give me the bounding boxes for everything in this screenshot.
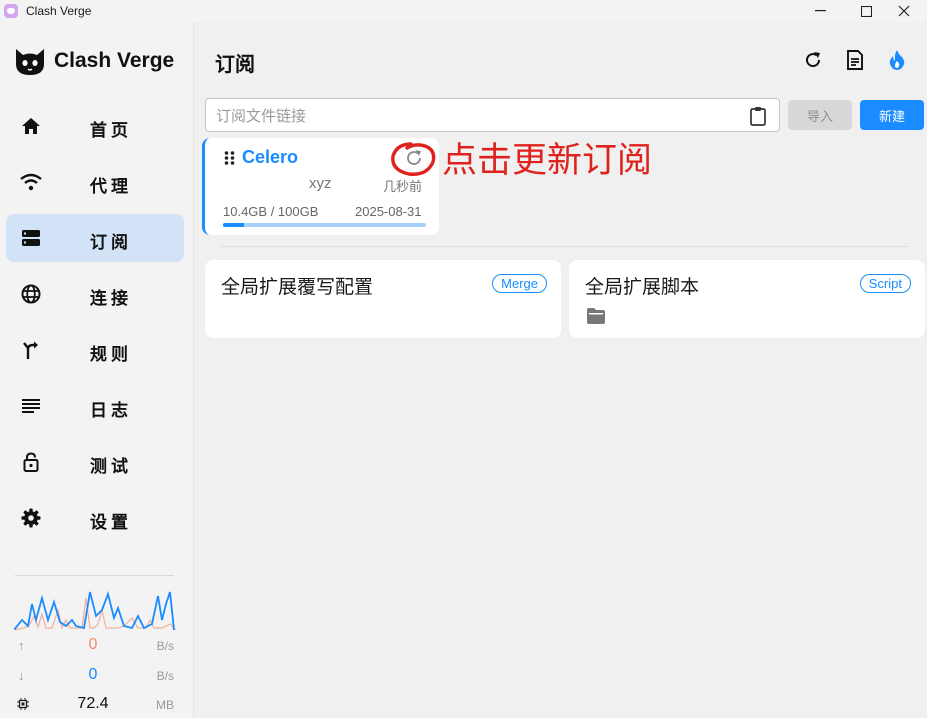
refresh-icon — [806, 52, 821, 68]
sidebar-item-label: 订阅 — [90, 233, 132, 252]
drag-handle-icon[interactable] — [224, 151, 235, 165]
home-icon — [20, 115, 42, 137]
profile-usage: 10.4GB / 100GB — [223, 204, 319, 219]
download-unit: B/s — [156, 669, 174, 683]
profile-name: Celero — [242, 147, 299, 167]
sidebar-item-label: 日志 — [90, 401, 132, 420]
document-icon — [847, 50, 863, 70]
sidebar-item-settings[interactable]: 设置 — [6, 494, 184, 542]
traffic-divider — [15, 575, 174, 576]
sidebar-item-proxies[interactable]: 代理 — [6, 158, 184, 206]
folder-icon[interactable] — [587, 308, 605, 324]
profile-expire-date: 2025-08-31 — [355, 204, 422, 219]
memory-unit: MB — [156, 698, 174, 712]
app-cat-icon — [4, 4, 18, 18]
sidebar-item-connections[interactable]: 连接 — [6, 270, 184, 318]
merge-card-title: 全局扩展覆写配置 — [221, 277, 374, 298]
import-button[interactable]: 导入 — [788, 100, 852, 130]
sidebar-item-home[interactable]: 首页 — [6, 102, 184, 150]
globe-icon — [20, 283, 42, 305]
sidebar: Clash Verge 首页 代理 订阅 连接 规则 日志 测试 设置 ↑ 0 … — [0, 22, 194, 718]
download-speed: ↓ 0 B/s — [14, 666, 176, 686]
download-value: 0 — [88, 666, 98, 683]
upload-value: 0 — [88, 636, 98, 653]
upload-unit: B/s — [156, 639, 174, 653]
memory-value: 72.4 — [77, 695, 109, 712]
close-icon — [898, 5, 910, 17]
upload-speed: ↑ 0 B/s — [14, 636, 176, 656]
gear-icon — [20, 507, 42, 529]
cat-logo-icon — [16, 49, 44, 75]
title-bar: Clash Verge — [0, 0, 927, 22]
flame-icon — [889, 50, 905, 70]
merge-tag: Merge — [492, 274, 547, 293]
view-document-button[interactable] — [844, 49, 866, 71]
sidebar-item-label: 设置 — [90, 513, 132, 532]
refresh-all-button[interactable] — [802, 49, 824, 71]
usage-progress-fill — [223, 223, 245, 227]
merge-card[interactable]: 全局扩展覆写配置 Merge — [205, 260, 561, 338]
annotation-text: 点击更新订阅 — [442, 141, 653, 180]
annotation-circle — [391, 142, 436, 176]
subscription-url-input[interactable] — [216, 105, 736, 127]
memory-usage: 72.4 MB — [14, 695, 176, 715]
new-button[interactable]: 新建 — [860, 100, 924, 130]
lock-icon — [20, 451, 42, 473]
sidebar-item-profiles[interactable]: 订阅 — [6, 214, 184, 262]
sidebar-item-rules[interactable]: 规则 — [6, 326, 184, 374]
usage-progress-bar — [223, 223, 426, 227]
fork-icon — [20, 339, 42, 361]
app-logo: Clash Verge — [14, 46, 174, 76]
window-title: Clash Verge — [26, 4, 92, 18]
traffic-graph — [14, 590, 176, 630]
script-tag: Script — [859, 274, 911, 293]
logo-text: Clash Verge — [54, 49, 175, 72]
minimize-button[interactable] — [797, 0, 843, 22]
flame-button[interactable] — [886, 49, 908, 71]
clipboard-icon[interactable] — [749, 106, 767, 126]
close-button[interactable] — [881, 0, 927, 22]
sidebar-item-label: 代理 — [90, 177, 132, 196]
page-title: 订阅 — [215, 54, 255, 76]
sidebar-item-label: 规则 — [90, 345, 132, 364]
sidebar-item-logs[interactable]: 日志 — [6, 382, 184, 430]
subscription-url-field[interactable] — [205, 98, 780, 132]
script-card[interactable]: 全局扩展脚本 Script — [569, 260, 925, 338]
lines-icon — [20, 395, 42, 417]
script-card-title: 全局扩展脚本 — [585, 277, 700, 298]
section-divider — [221, 246, 908, 247]
minimize-icon — [814, 10, 826, 12]
sidebar-item-label: 连接 — [90, 289, 132, 308]
sidebar-item-label: 首页 — [90, 121, 132, 140]
sidebar-item-test[interactable]: 测试 — [6, 438, 184, 486]
sidebar-item-label: 测试 — [90, 457, 132, 476]
profile-desc: xyz — [309, 175, 332, 192]
storage-icon — [20, 227, 42, 249]
maximize-icon — [860, 5, 872, 17]
wifi-icon — [20, 171, 42, 193]
